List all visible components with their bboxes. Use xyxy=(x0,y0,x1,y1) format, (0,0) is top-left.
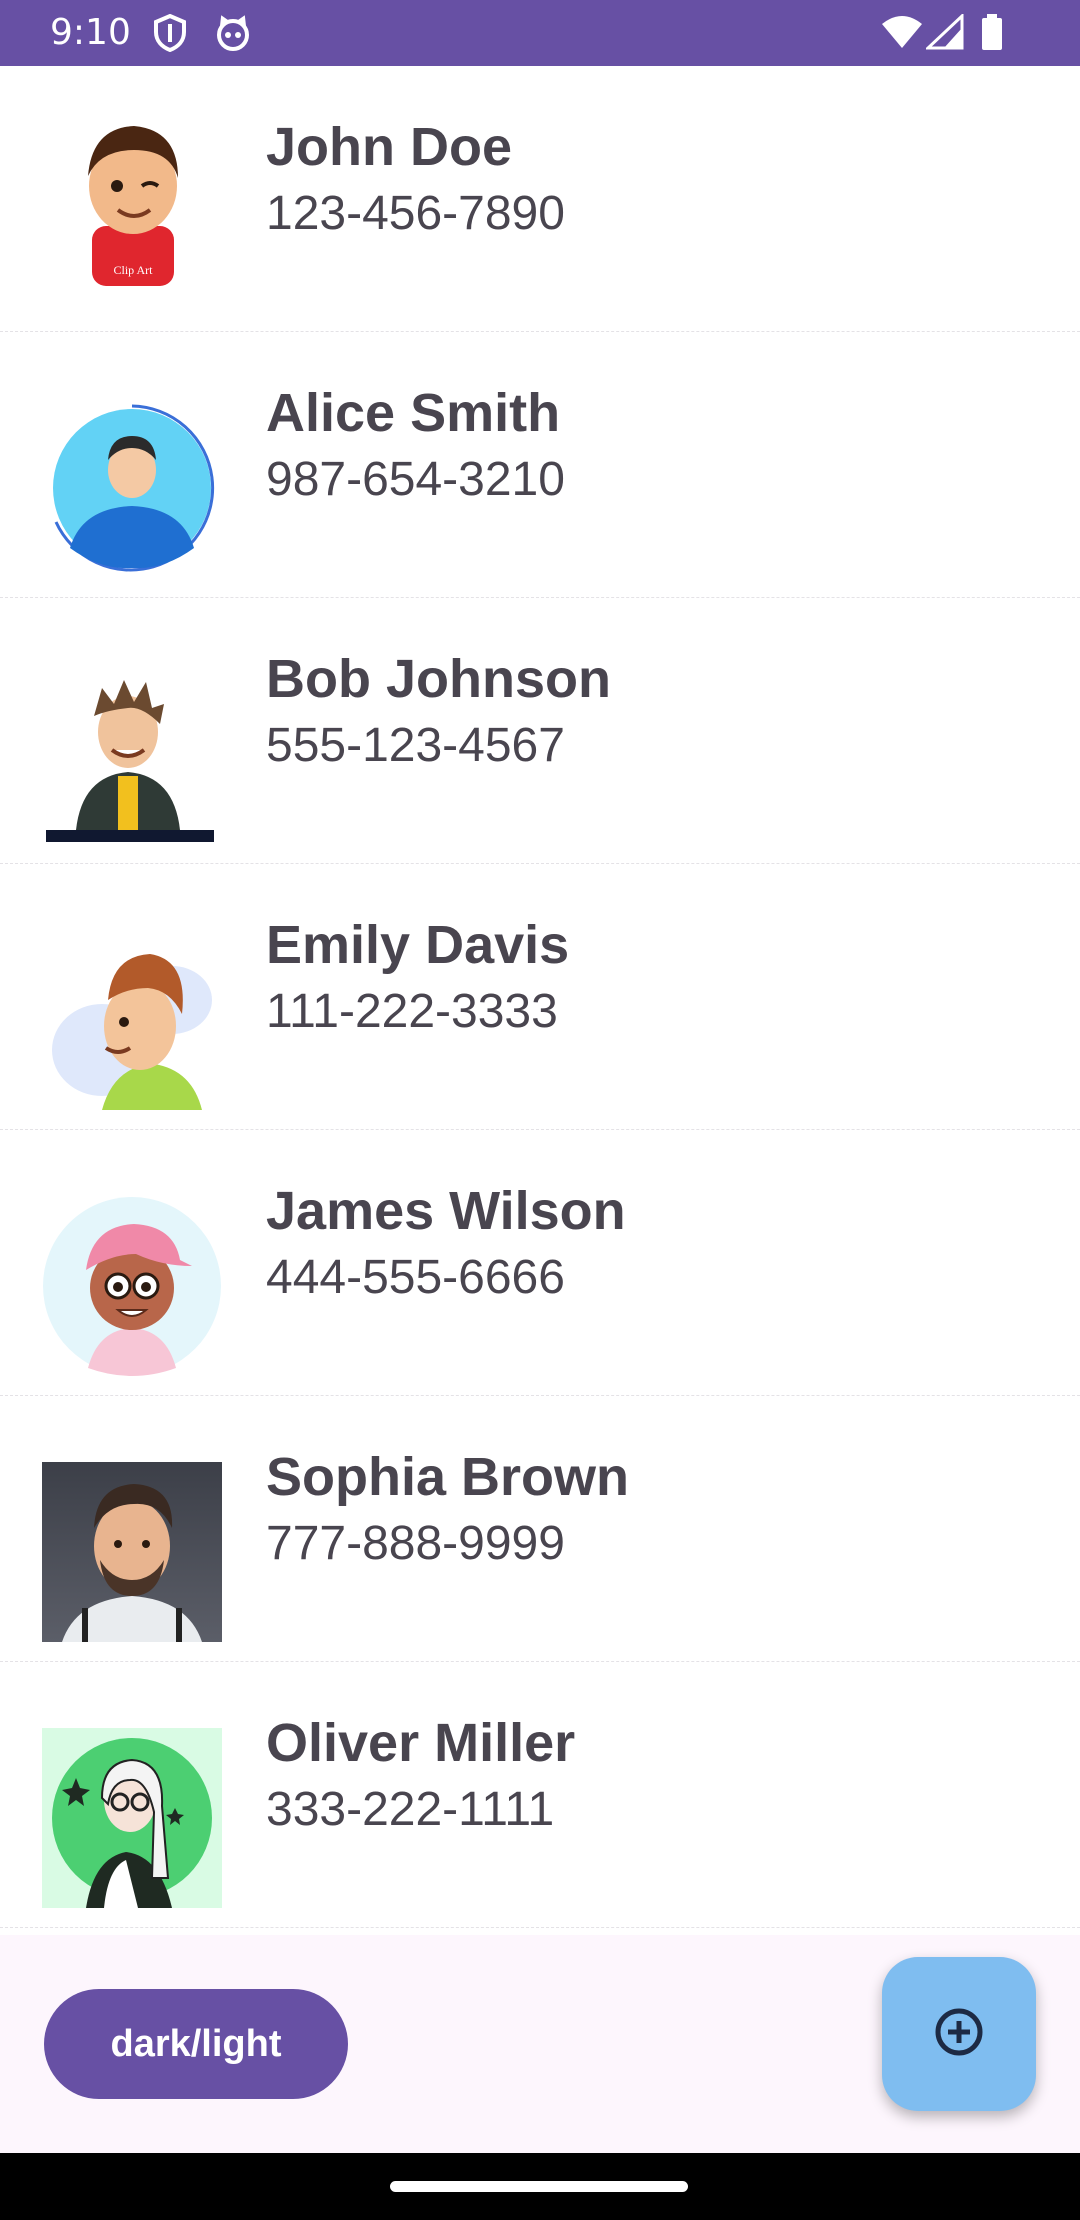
contact-phone: 555-123-4567 xyxy=(266,719,565,772)
home-gesture-handle[interactable] xyxy=(390,2181,688,2192)
status-time: 9:10 xyxy=(50,12,131,53)
contact-phone: 987-654-3210 xyxy=(266,453,565,506)
avatar-james-wilson xyxy=(42,1196,222,1376)
signal-icon xyxy=(924,12,964,55)
avatar-oliver-miller xyxy=(42,1728,222,1908)
wifi-icon xyxy=(880,14,924,55)
contact-name: Alice Smith xyxy=(266,383,561,443)
contact-row[interactable]: James Wilson 444-555-6666 xyxy=(0,1130,1080,1396)
contact-phone: 777-888-9999 xyxy=(266,1517,565,1570)
contact-name: Bob Johnson xyxy=(266,649,611,709)
avatar-bob-johnson xyxy=(42,664,222,844)
contact-name: Emily Davis xyxy=(266,915,570,975)
avatar-emily-davis xyxy=(42,930,222,1110)
contact-name: Sophia Brown xyxy=(266,1447,629,1507)
contact-list: Clip Art John Doe 123-456-7890 Alice Smi… xyxy=(0,66,1080,1928)
svg-text:Clip Art: Clip Art xyxy=(113,263,153,277)
contact-phone: 123-456-7890 xyxy=(266,187,565,240)
contact-name: James Wilson xyxy=(266,1181,626,1241)
battery-icon xyxy=(980,14,1004,57)
contact-phone: 111-222-3333 xyxy=(266,985,558,1038)
contact-row[interactable]: Emily Davis 111-222-3333 xyxy=(0,864,1080,1130)
add-circle-icon xyxy=(933,2006,985,2063)
avatar-sophia-brown xyxy=(42,1462,222,1642)
contact-row[interactable]: Alice Smith 987-654-3210 xyxy=(0,332,1080,598)
contact-name: John Doe xyxy=(266,117,513,177)
contact-row[interactable]: Bob Johnson 555-123-4567 xyxy=(0,598,1080,864)
status-bar: 9:10 xyxy=(0,0,1080,66)
avatar-alice-smith xyxy=(42,398,222,578)
contact-name: Oliver Miller xyxy=(266,1713,576,1773)
shield-icon xyxy=(152,13,188,57)
contact-row[interactable]: Oliver Miller 333-222-1111 xyxy=(0,1662,1080,1928)
navigation-bar xyxy=(0,2153,1080,2220)
dark-light-toggle-button[interactable]: dark/light xyxy=(44,1989,348,2099)
avatar-john-doe: Clip Art xyxy=(42,106,222,286)
bottom-bar: dark/light xyxy=(0,1935,1080,2153)
cat-face-icon xyxy=(214,14,252,57)
contact-phone: 444-555-6666 xyxy=(266,1251,565,1304)
contact-row[interactable]: Clip Art John Doe 123-456-7890 xyxy=(0,66,1080,332)
contact-phone: 333-222-1111 xyxy=(266,1783,555,1836)
add-contact-fab[interactable] xyxy=(882,1957,1036,2111)
contact-row[interactable]: Sophia Brown 777-888-9999 xyxy=(0,1396,1080,1662)
